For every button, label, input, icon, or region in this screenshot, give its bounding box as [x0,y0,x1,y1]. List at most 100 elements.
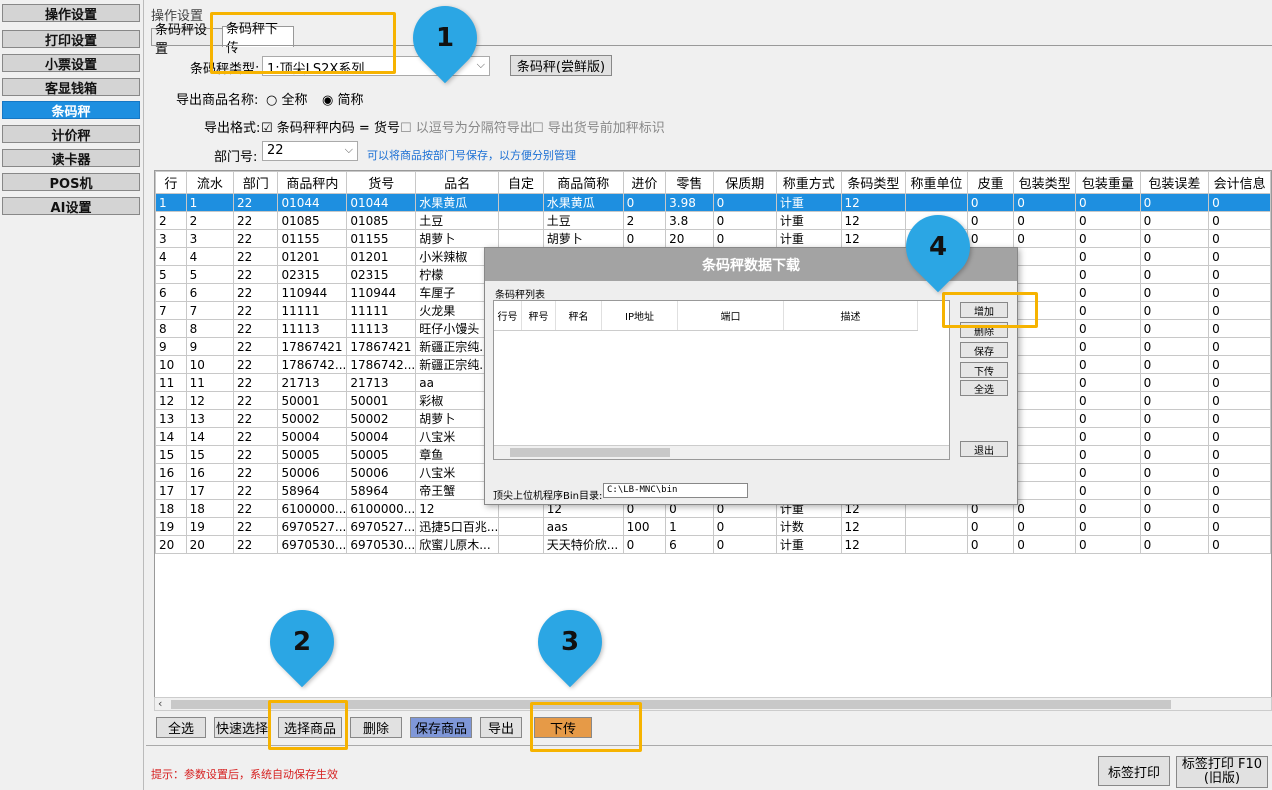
callout-number-2: 2 [292,627,312,657]
bin-dir-input[interactable]: C:\LB-MNC\bin [603,483,748,498]
sidebar-item-print[interactable]: 打印设置 [2,30,140,49]
label-print-old-button[interactable]: 标签打印 F10 (旧版) [1176,756,1268,788]
column-header[interactable]: 商品秤内 [277,171,348,194]
table-cell: 0 [1139,445,1210,464]
chevron-down-icon: ⌵ [344,143,353,156]
scale-list[interactable]: 行号 秤号 秤名 IP地址 端口 描述 [493,300,950,460]
sidebar-item-display-drawer[interactable]: 客显钱箱 [2,78,140,97]
table-cell: 5 [155,265,187,284]
column-header[interactable]: 行 [155,171,187,194]
table-cell: 0 [1139,481,1210,500]
select-all-button[interactable]: 全选 [156,717,206,738]
table-cell: 0 [1208,427,1271,446]
sidebar-item-receipt[interactable]: 小票设置 [2,54,140,73]
table-row[interactable]: 2 2 22 01085 01085 土豆 土豆 2 3.8 0 计重 12 0 0 0 0 0 [155,211,1271,230]
table-cell: 0 [1208,229,1271,248]
export-button[interactable]: 导出 [480,717,522,738]
column-header[interactable]: 部门 [232,171,279,194]
table-cell: 20 [185,535,235,554]
column-header[interactable]: 包装重量 [1075,171,1141,194]
label-print-button[interactable]: 标签打印 [1098,756,1170,786]
bottom-tip: 提示：参数设置后，系统自动保存生效 [151,768,338,781]
column-header[interactable]: 皮重 [966,171,1015,194]
table-cell: 50004 [277,427,348,446]
table-cell: 15 [185,445,235,464]
checkbox-prefix-flag[interactable]: ☐ 导出货号前加秤标识 [532,117,665,136]
table-cell: 7 [185,301,235,320]
table-cell: 0 [1139,211,1210,230]
table-cell: 110944 [277,283,348,302]
select-all-scales-button[interactable]: 全选 [960,380,1008,396]
highlight-box-tab [210,12,396,74]
table-cell: 10 [185,355,235,374]
column-header[interactable]: 品名 [415,171,500,194]
table-cell: 0 [966,535,1015,554]
table-cell: 0 [1208,319,1271,338]
table-cell: 01044 [277,193,348,212]
table-row[interactable]: 1 1 22 01044 01044 水果黄瓜 水果黄瓜 0 3.98 0 计重 12 0 0 0 0 0 [155,193,1271,212]
table-cell: 22 [232,481,279,500]
table-cell: 计重 [775,229,842,248]
callout-number-1: 1 [435,23,455,53]
table-cell: 2 [155,211,187,230]
save-scale-button[interactable]: 保存 [960,342,1008,358]
table-cell: 0 [1208,265,1271,284]
sidebar-item-pos[interactable]: POS机 [2,173,140,192]
column-header[interactable]: 条码类型 [840,171,907,194]
scale-list-scroll-thumb[interactable] [510,448,670,457]
save-products-button[interactable]: 保存商品 [410,717,472,738]
table-cell [905,535,968,554]
table-cell: 50005 [346,445,417,464]
table-row[interactable]: 19 19 22 6970527... 6970527... 迅捷5口百兆... aas 10… [155,517,1271,536]
col-scale-name: 秤名 [556,301,602,330]
table-cell: 01201 [346,247,417,266]
column-header[interactable]: 包装类型 [1013,171,1076,194]
table-cell: 7 [155,301,187,320]
sidebar-item-barcode-scale[interactable]: 条码秤 [2,101,140,120]
table-cell: 22 [232,391,279,410]
column-header[interactable]: 会计信息 [1208,171,1271,194]
scale-trial-button[interactable]: 条码秤(尝鲜版) [510,55,612,76]
column-header[interactable]: 流水 [185,171,235,194]
sidebar-item-operation[interactable]: 操作设置 [2,4,140,23]
delete-button[interactable]: 删除 [350,717,402,738]
table-row[interactable]: 3 3 22 01155 01155 胡萝卜 胡萝卜 0 20 0 计重 12 0 0 0 0 0 [155,229,1271,248]
table-cell: 22 [232,445,279,464]
table-cell [1013,265,1076,284]
col-row-no: 行号 [494,301,522,330]
bin-dir-label: 顶尖上位机程序Bin目录: [493,491,603,502]
sidebar: 操作设置 打印设置 小票设置 客显钱箱 条码秤 计价秤 读卡器 POS机 AI设… [0,0,144,790]
chevron-down-icon: ⌵ [476,58,485,71]
column-header[interactable]: 保质期 [712,171,777,194]
quick-select-button[interactable]: 快速选择 [214,717,270,738]
download-scale-button[interactable]: 下传 [960,362,1008,378]
sidebar-item-price-scale[interactable]: 计价秤 [2,125,140,144]
table-cell [1013,247,1076,266]
table-cell: 0 [1075,265,1141,284]
column-header[interactable]: 包装误差 [1139,171,1210,194]
column-header[interactable]: 自定 [498,171,544,194]
table-row[interactable]: 20 20 22 6970530... 6970530... 欣蜜儿原木... 天天特价欣.… [155,535,1271,554]
column-header[interactable]: 货号 [346,171,417,194]
export-name-label: 导出商品名称: [176,93,259,108]
column-header[interactable]: 商品简称 [542,171,624,194]
checkbox-comma-sep-label: 以逗号为分隔符导出 [415,121,533,136]
table-cell: 22 [232,265,279,284]
scale-list-scrollbar[interactable] [494,445,949,459]
column-header[interactable]: 进价 [622,171,667,194]
exit-dialog-button[interactable]: 退出 [960,441,1008,457]
radio-full-name[interactable]: ○ 全称 [266,89,308,108]
column-header[interactable]: 称重方式 [775,171,842,194]
table-cell: 0 [1139,427,1210,446]
radio-short-name[interactable]: ◉ 简称 [322,89,364,108]
dept-select[interactable]: 22 ⌵ [262,141,358,161]
table-cell: 12 [155,391,187,410]
table-cell: 01085 [346,211,417,230]
scroll-left-icon[interactable]: ‹ [158,697,162,710]
sidebar-item-card-reader[interactable]: 读卡器 [2,149,140,168]
checkbox-code-eq-sku[interactable]: ☑ 条码秤秤内码 = 货号 [261,117,400,136]
column-header[interactable]: 零售 [665,171,714,194]
sidebar-item-ai[interactable]: AI设置 [2,197,140,216]
checkbox-comma-sep[interactable]: ☐ 以逗号为分隔符导出 [400,117,533,136]
column-header[interactable]: 称重单位 [905,171,968,194]
